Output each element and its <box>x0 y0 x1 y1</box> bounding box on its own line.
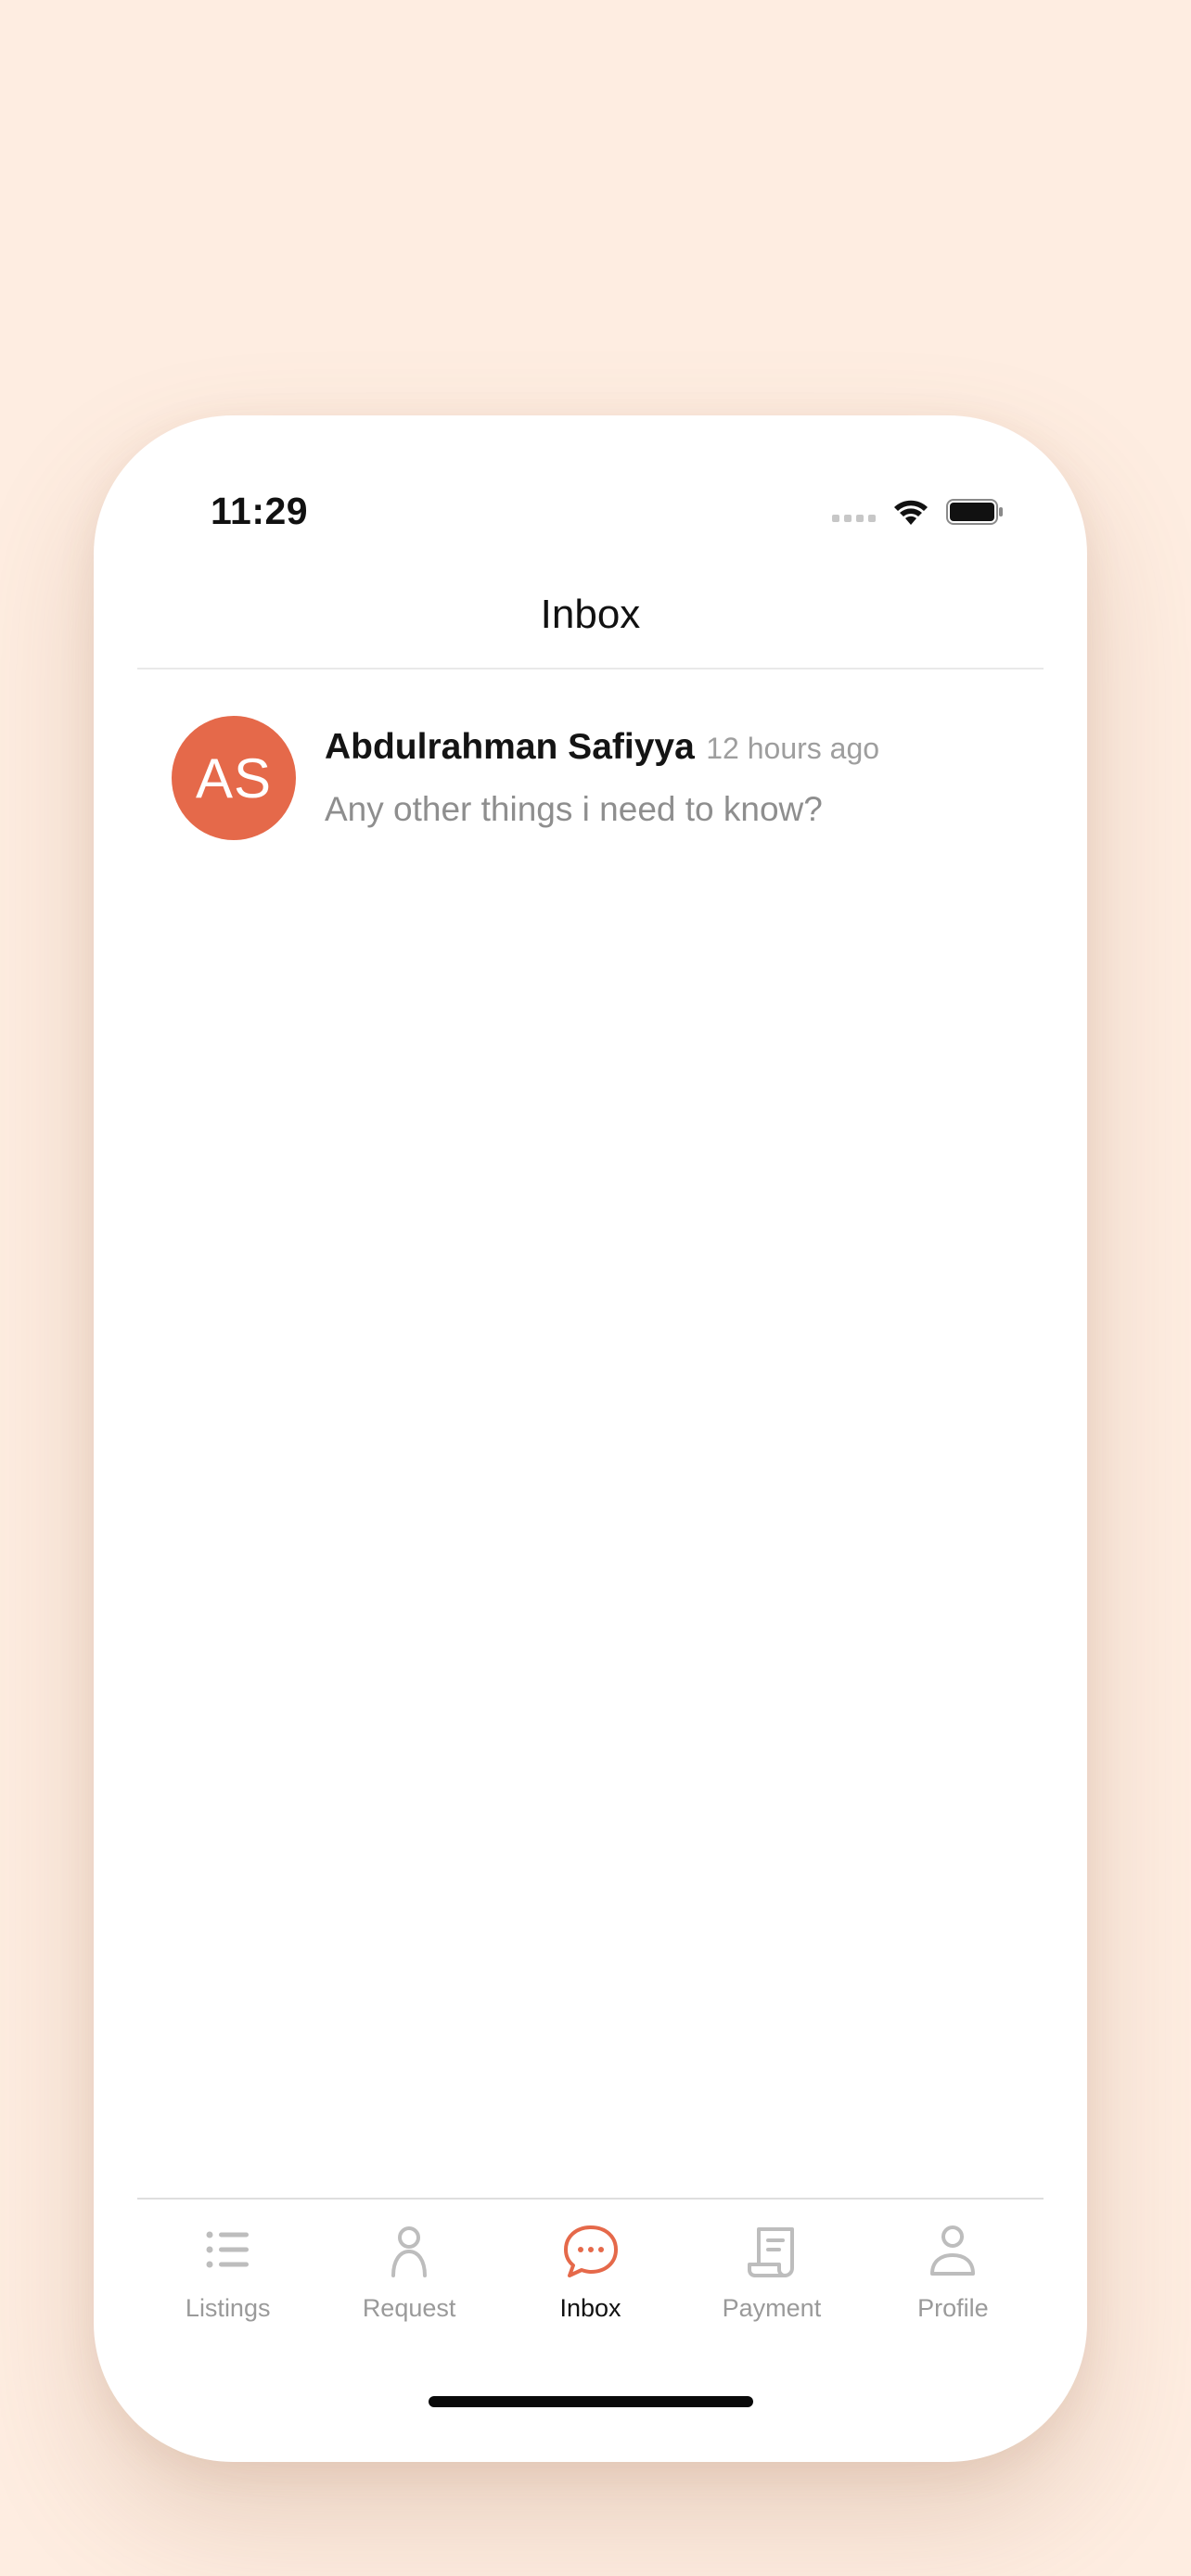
person-icon <box>391 2226 428 2277</box>
user-icon <box>930 2225 976 2276</box>
tab-label: Listings <box>185 2294 271 2322</box>
status-time: 11:29 <box>211 490 309 532</box>
list-icon <box>206 2231 249 2268</box>
tab-request[interactable]: Request <box>318 2222 499 2323</box>
tab-bar-divider <box>137 2198 1044 2200</box>
tab-payment[interactable]: Payment <box>681 2222 862 2323</box>
wifi-icon <box>894 500 928 525</box>
tab-label: Payment <box>722 2294 822 2322</box>
chat-bubble-icon <box>563 2225 618 2277</box>
conversation-list-item[interactable]: AS Abdulrahman Safiyya 12 hours ago Any … <box>172 716 1031 846</box>
tab-profile[interactable]: Profile <box>863 2222 1044 2323</box>
cellular-signal-icon <box>832 515 876 522</box>
tab-label: Profile <box>917 2294 989 2322</box>
tab-label: Request <box>362 2294 456 2322</box>
battery-icon <box>946 499 1003 525</box>
receipt-icon <box>747 2227 794 2277</box>
home-indicator[interactable] <box>429 2396 753 2407</box>
phone-screen: 11:29 Inbox AS Abdulrahman Safiyya 12 ho… <box>94 415 1087 2462</box>
status-icons <box>832 495 1004 529</box>
message-preview: Any other things i need to know? <box>325 790 823 828</box>
header-divider <box>137 668 1044 670</box>
message-timestamp: 12 hours ago <box>706 732 880 765</box>
page-title: Inbox <box>540 592 641 637</box>
tab-bar: Listings Request Inbox Payment Profile <box>137 2222 1044 2323</box>
message-header: Abdulrahman Safiyya 12 hours ago <box>325 727 879 768</box>
tab-label: Inbox <box>559 2294 621 2322</box>
tab-inbox[interactable]: Inbox <box>500 2222 681 2323</box>
tab-listings[interactable]: Listings <box>137 2222 318 2323</box>
avatar: AS <box>172 716 296 840</box>
sender-name: Abdulrahman Safiyya <box>325 727 695 767</box>
